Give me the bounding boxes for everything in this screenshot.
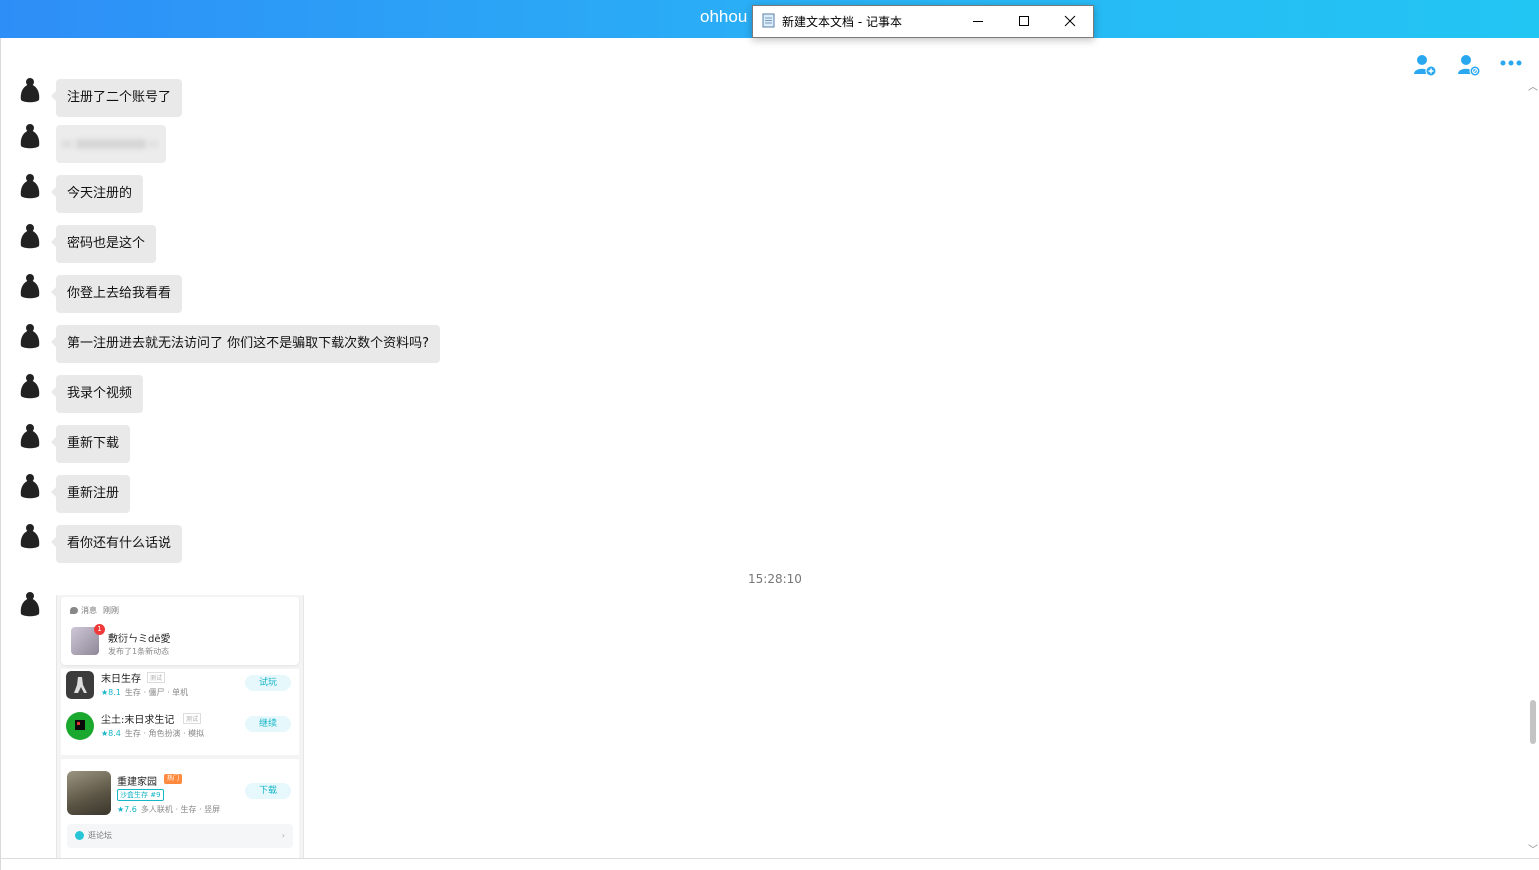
game-genres: 生存 · 角色扮演 · 模拟 [124, 729, 205, 738]
message-bubble[interactable]: 重新下载 [50, 425, 131, 463]
notification-card: 消息 刚刚 1 敷衍ㄣミdē愛 发布了1条新动态 [61, 597, 299, 665]
avatar[interactable] [20, 222, 40, 252]
message-bubble[interactable]: 第一注册进去就无法访问了 你们这不是骗取下载次数个资料吗? [50, 325, 441, 363]
more-icon[interactable] [1498, 52, 1524, 78]
featured-game-genres: 多人联机 · 生存 · 竖屏 [140, 805, 221, 814]
game-list: 末日生存 测试 ★8.1 生存 · 僵尸 · 单机 试玩 尘土:末日求生记 测试 … [61, 669, 299, 755]
featured-game-score: ★7.6 [117, 805, 137, 814]
redacted-message-bubble[interactable] [56, 125, 166, 163]
avatar[interactable] [20, 172, 40, 202]
game-meta: ★8.1 生存 · 僵尸 · 单机 [101, 687, 188, 698]
game-item: 末日生存 测试 ★8.1 生存 · 僵尸 · 单机 试玩 [61, 669, 299, 705]
avatar[interactable] [20, 522, 40, 552]
featured-game-meta: ★7.6 多人联机 · 生存 · 竖屏 [117, 804, 220, 815]
game-tag: 测试 [147, 672, 166, 683]
game-icon [66, 671, 94, 699]
game-score: ★8.1 [101, 688, 121, 697]
message-bubble[interactable]: 看你还有什么话说 [50, 525, 183, 563]
avatar[interactable] [20, 472, 40, 502]
avatar[interactable] [20, 272, 40, 302]
redacted-block [62, 140, 72, 148]
notepad-title: 新建文本文档 - 记事本 [782, 15, 902, 29]
game-name: 末日生存 [101, 674, 141, 685]
message-timestamp: 15:28:10 [748, 572, 802, 586]
block-user-icon[interactable] [1456, 52, 1482, 78]
featured-game-card: 重建家园 热门 沙盒生存 #9 ★7.6 多人联机 · 生存 · 竖屏 下载 逛论… [61, 759, 299, 858]
input-divider [0, 858, 1539, 859]
scrollbar-thumb[interactable] [1530, 700, 1536, 744]
notepad-icon [762, 13, 775, 28]
hot-badge: 热门 [164, 774, 183, 784]
avatar[interactable] [20, 122, 40, 152]
scroll-down-arrow[interactable]: ﹀ [1527, 846, 1539, 856]
avatar[interactable] [20, 372, 40, 402]
image-message[interactable]: 消息 刚刚 1 敷衍ㄣミdē愛 发布了1条新动态 末日生存 测试 ★8.1 生存 ·… [56, 595, 304, 858]
add-user-icon[interactable] [1412, 52, 1438, 78]
rank-badge: 沙盒生存 #9 [117, 789, 164, 801]
game-name: 尘土:末日求生记 [101, 715, 175, 726]
notepad-window[interactable]: 新建文本文档 - 记事本 [752, 5, 1094, 38]
chevron-right-icon: › [281, 831, 285, 840]
message-bubble[interactable]: 我录个视频 [50, 375, 144, 413]
window-border [0, 38, 1, 870]
game-icon [66, 712, 94, 740]
maximize-icon[interactable] [1001, 6, 1047, 37]
minimize-icon[interactable] [955, 6, 1001, 37]
avatar[interactable] [20, 590, 40, 620]
scroll-up-arrow[interactable]: ︿ [1527, 83, 1539, 93]
notification-name: 敷衍ㄣミdē愛 [108, 634, 171, 645]
unread-badge: 1 [94, 624, 105, 635]
game-genres: 生存 · 僵尸 · 单机 [124, 688, 189, 697]
featured-game-name: 重建家园 [117, 777, 157, 788]
avatar[interactable] [20, 76, 40, 106]
forum-icon [75, 831, 84, 840]
chat-bubble-icon [70, 607, 78, 614]
notification-subtitle: 发布了1条新动态 [108, 647, 170, 656]
game-tag: 测试 [183, 713, 202, 724]
message-bubble[interactable]: 你登上去给我看看 [50, 275, 183, 313]
forum-link[interactable]: 逛论坛 › [67, 824, 293, 848]
forum-label: 逛论坛 [88, 831, 112, 840]
message-bubble[interactable]: 密码也是这个 [50, 225, 157, 263]
continue-button[interactable]: 继续 [245, 716, 291, 732]
app-title: ohhou [700, 7, 748, 26]
notification-time: 刚刚 [103, 606, 119, 615]
avatar[interactable] [20, 422, 40, 452]
redacted-block [76, 139, 146, 149]
message-bubble[interactable]: 注册了二个账号了 [50, 79, 183, 117]
download-button[interactable]: 下载 [245, 783, 291, 799]
game-score: ★8.4 [101, 729, 121, 738]
featured-game-icon [67, 771, 111, 815]
game-item: 尘土:末日求生记 测试 ★8.4 生存 · 角色扮演 · 模拟 继续 [61, 710, 299, 746]
close-icon[interactable] [1047, 6, 1093, 37]
try-button[interactable]: 试玩 [245, 675, 291, 691]
message-bubble[interactable]: 重新注册 [50, 475, 131, 513]
notification-header: 消息 刚刚 [70, 605, 125, 616]
game-meta: ★8.4 生存 · 角色扮演 · 模拟 [101, 728, 204, 739]
avatar[interactable] [20, 322, 40, 352]
redacted-block [148, 141, 158, 147]
message-bubble[interactable]: 今天注册的 [50, 175, 144, 213]
notification-label: 消息 [81, 606, 97, 615]
